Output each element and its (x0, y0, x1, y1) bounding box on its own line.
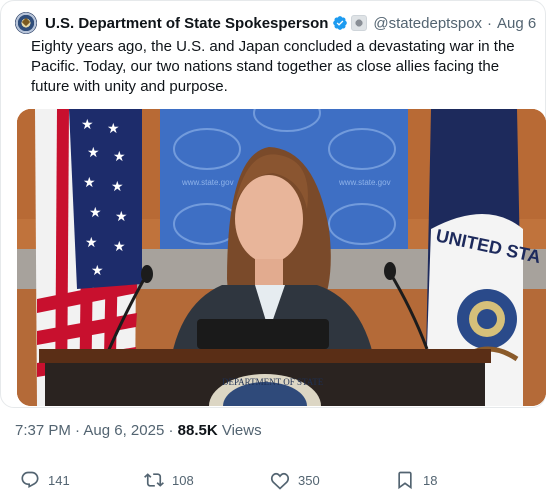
bookmark-icon (398, 471, 412, 490)
action-bar: 141 108 350 18 (0, 468, 560, 492)
svg-text:★: ★ (91, 263, 104, 279)
podium: DEPARTMENT OF STATE (39, 349, 491, 406)
author-handle[interactable]: @statedeptspox (373, 15, 482, 32)
post-time[interactable]: 7:37 PM (15, 422, 71, 439)
reply-icon (21, 471, 39, 489)
reply-count: 141 (48, 472, 70, 488)
podium-tablet (197, 319, 329, 349)
author-avatar-seal[interactable] (15, 12, 37, 34)
svg-text:★: ★ (89, 205, 102, 221)
meta-separator: · (164, 422, 178, 439)
tweet-card: U.S. Department of State Spokesperson @s… (0, 0, 546, 408)
svg-text:★: ★ (85, 235, 98, 251)
press-briefing-image: www.state.gov www.state.gov www.state.go… (17, 109, 546, 406)
like-button[interactable]: 350 (270, 468, 320, 492)
svg-text:★: ★ (115, 209, 128, 225)
svg-text:★: ★ (107, 121, 120, 137)
post-date[interactable]: Aug 6 (497, 15, 536, 32)
bookmark-count: 18 (423, 472, 438, 488)
views-label: Views (217, 422, 262, 439)
backdrop-text: www.state.gov (338, 178, 391, 187)
post-full-date[interactable]: Aug 6, 2025 (83, 422, 164, 439)
tweet-media-image[interactable]: www.state.gov www.state.gov www.state.go… (17, 109, 546, 406)
like-count: 350 (298, 472, 320, 488)
reply-button[interactable]: 141 (20, 468, 70, 492)
meta-separator: · (70, 422, 84, 439)
backdrop-text: www.state.gov (181, 178, 234, 187)
tweet-header: U.S. Department of State Spokesperson @s… (15, 11, 536, 35)
bookmark-button[interactable]: 18 (395, 468, 437, 492)
tweet-text: Eighty years ago, the U.S. and Japan con… (31, 38, 515, 95)
author-name[interactable]: U.S. Department of State Spokesperson (45, 15, 328, 32)
header-separator: · (487, 14, 493, 32)
views-count[interactable]: 88.5K (178, 422, 218, 439)
verified-badge-icon (333, 16, 348, 30)
repost-count: 108 (172, 472, 194, 488)
affiliation-badge-icon[interactable] (351, 15, 368, 31)
svg-text:★: ★ (81, 117, 94, 133)
svg-text:★: ★ (87, 145, 100, 161)
svg-text:★: ★ (83, 175, 96, 191)
podium-seal-text: DEPARTMENT OF STATE (222, 377, 324, 387)
repost-button[interactable]: 108 (144, 468, 194, 492)
svg-text:★: ★ (113, 149, 126, 165)
post-meta: 7:37 PM · Aug 6, 2025 · 88.5K Views (15, 422, 262, 439)
svg-text:★: ★ (113, 239, 126, 255)
svg-text:★: ★ (111, 179, 124, 195)
repost-icon (144, 473, 164, 487)
heart-icon (270, 472, 290, 490)
